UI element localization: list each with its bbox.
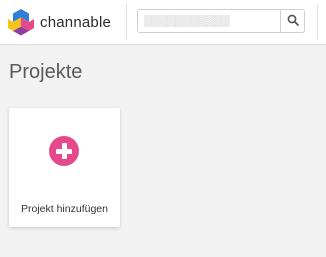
logo[interactable]: channable [8,8,118,36]
header-divider [126,4,127,40]
add-project-card[interactable]: Projekt hinzufügen [9,108,120,227]
plus-circle-icon [49,136,79,166]
search-box [137,9,305,33]
channable-logo-icon [8,8,34,36]
page-title: Projekte [9,61,83,83]
logo-text: channable [40,13,112,31]
search-icon [287,14,299,29]
add-project-label: Projekt hinzufügen [21,203,108,215]
header-divider-right [317,4,318,40]
top-bar: channable [0,0,326,45]
search-input[interactable] [138,10,280,32]
search-button[interactable] [280,10,304,32]
